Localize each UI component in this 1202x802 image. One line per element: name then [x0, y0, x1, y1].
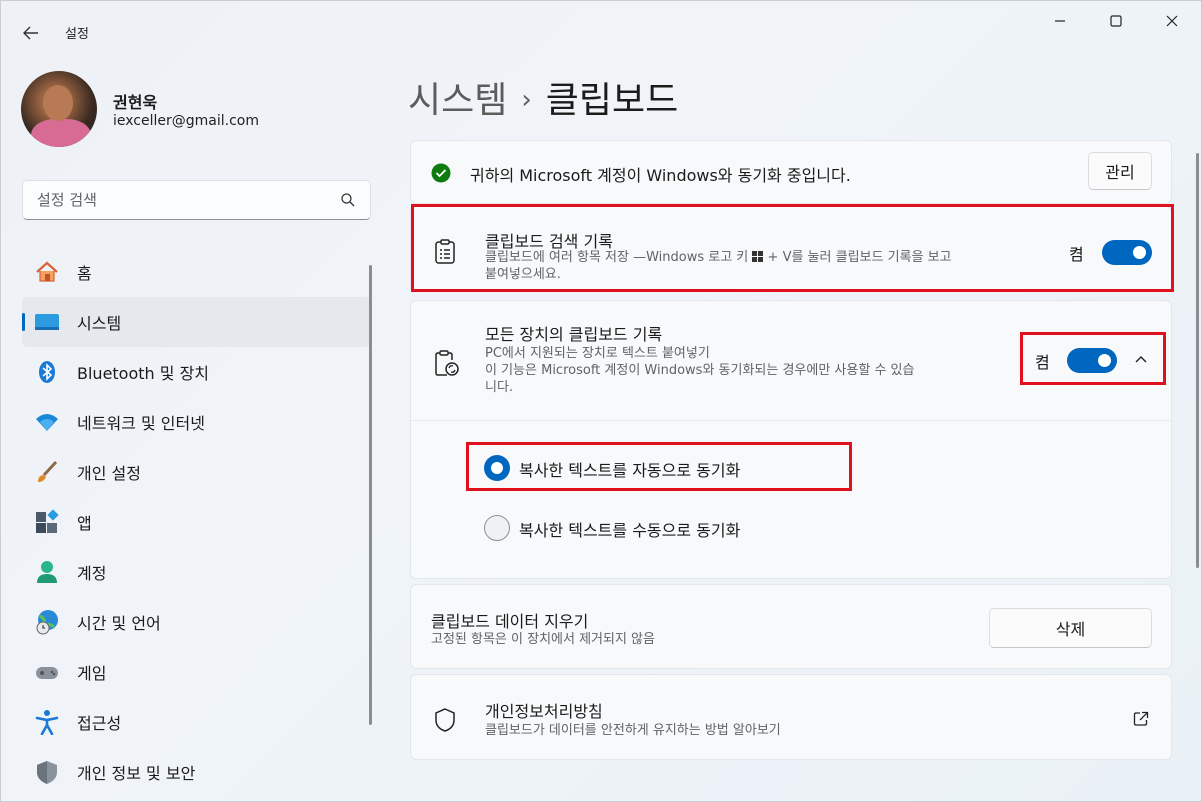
search-input[interactable] — [23, 181, 323, 219]
shield-icon — [34, 759, 60, 785]
gamepad-icon — [34, 659, 60, 685]
clipboard-history-desc-line1b: + V를 눌러 클립보드 기록을 보고 — [767, 250, 952, 265]
sidebar-item-network[interactable]: 네트워크 및 인터넷 — [22, 397, 371, 447]
manage-button[interactable]: 관리 — [1088, 152, 1152, 190]
privacy-title: 개인정보처리방침 — [485, 702, 603, 721]
accessibility-icon — [34, 709, 60, 735]
manual-sync-label[interactable]: 복사한 텍스트를 수동으로 동기화 — [519, 517, 740, 541]
clipboard-history-toggle-label: 켬 — [1069, 245, 1084, 264]
sync-devices-desc: PC에서 지원되는 장치로 텍스트 붙여넣기 이 기능은 Microsoft 계… — [485, 345, 1025, 396]
system-icon — [34, 309, 60, 335]
clear-data-desc: 고정된 항목은 이 장치에서 제거되지 않음 — [431, 632, 655, 647]
sidebar-scrollbar[interactable] — [369, 265, 372, 725]
sidebar-item-label: Bluetooth 및 장치 — [77, 364, 210, 383]
clear-data-card: 클립보드 데이터 지우기 고정된 항목은 이 장치에서 제거되지 않음 삭제 — [410, 584, 1172, 669]
clipboard-history-card[interactable]: 클립보드 검색 기록 클립보드에 여러 항목 저장 —Windows 로고 키 … — [410, 206, 1172, 292]
sidebar-item-home[interactable]: 홈 — [22, 247, 371, 297]
sidebar-item-system[interactable]: 시스템 — [22, 297, 371, 347]
breadcrumb-parent[interactable]: 시스템 — [408, 80, 507, 121]
account-icon — [34, 559, 60, 585]
close-icon — [1166, 15, 1178, 27]
maximize-button[interactable] — [1087, 1, 1145, 41]
sidebar-item-label: 홈 — [77, 264, 92, 283]
sync-devices-toggle-label: 켬 — [1035, 353, 1050, 372]
auto-sync-label[interactable]: 복사한 텍스트를 자동으로 동기화 — [519, 457, 740, 481]
delete-button[interactable]: 삭제 — [989, 608, 1152, 648]
clipboard-history-desc-line1: 클립보드에 여러 항목 저장 —Windows 로고 키 — [485, 250, 749, 265]
minimize-button[interactable] — [1031, 1, 1089, 41]
windows-logo-icon — [752, 251, 764, 262]
settings-window: 설정 권현욱 iexceller@gmail.com 설정 검색 홈 시스템 B… — [0, 0, 1202, 802]
back-arrow-icon — [23, 26, 38, 40]
clipboard-history-desc-line2: 붙여넣으세요. — [485, 267, 561, 282]
sidebar-item-label: 앱 — [77, 514, 92, 533]
privacy-card[interactable]: 개인정보처리방침 클립보드가 데이터를 안전하게 유지하는 방법 알아보기 — [410, 674, 1172, 760]
chevron-up-icon[interactable] — [1133, 351, 1149, 367]
sidebar-nav: 홈 시스템 Bluetooth 및 장치 네트워크 및 인터넷 개인 설정 앱 … — [22, 247, 371, 797]
title-bar: 설정 — [1, 1, 1201, 63]
sidebar-item-label: 접근성 — [77, 714, 122, 733]
clipboard-history-desc: 클립보드에 여러 항목 저장 —Windows 로고 키 + V를 눌러 클립보… — [485, 249, 1045, 283]
app-title: 설정 — [65, 27, 89, 42]
sync-devices-card: 모든 장치의 클립보드 기록 PC에서 지원되는 장치로 텍스트 붙여넣기 이 … — [410, 300, 1172, 579]
sidebar-item-label: 게임 — [77, 664, 107, 683]
clear-data-title: 클립보드 데이터 지우기 — [431, 612, 589, 631]
check-circle-icon — [431, 163, 451, 183]
maximize-icon — [1110, 15, 1122, 27]
sidebar-item-accounts[interactable]: 계정 — [22, 547, 371, 597]
apps-icon — [34, 509, 60, 535]
bluetooth-icon — [34, 359, 60, 385]
clipboard-sync-icon — [435, 350, 459, 376]
sidebar-item-label: 계정 — [77, 564, 107, 583]
sidebar-item-label: 시간 및 언어 — [77, 614, 161, 633]
avatar — [21, 71, 97, 147]
shield-outline-icon — [435, 708, 455, 732]
sync-status-text: 귀하의 Microsoft 계정이 Windows와 동기화 중입니다. — [470, 166, 851, 185]
manual-sync-radio[interactable] — [484, 515, 510, 541]
auto-sync-radio[interactable] — [484, 455, 510, 481]
sidebar-item-label: 시스템 — [77, 314, 122, 333]
sync-devices-toggle[interactable] — [1067, 348, 1117, 373]
breadcrumb-separator: › — [521, 85, 532, 115]
card-divider — [411, 420, 1171, 421]
globe-clock-icon — [34, 609, 60, 635]
sync-devices-desc-line3: 니다. — [485, 380, 514, 395]
main-scrollbar[interactable] — [1196, 153, 1199, 568]
sidebar-item-accessibility[interactable]: 접근성 — [22, 697, 371, 747]
sidebar-item-label: 개인 정보 및 보안 — [77, 764, 196, 783]
clipboard-history-toggle[interactable] — [1102, 240, 1152, 265]
sidebar-item-privacy-security[interactable]: 개인 정보 및 보안 — [22, 747, 371, 797]
page-title: 클립보드 — [545, 80, 679, 121]
sidebar-item-label: 개인 설정 — [77, 464, 141, 483]
wifi-icon — [34, 409, 60, 435]
sidebar-item-gaming[interactable]: 게임 — [22, 647, 371, 697]
profile-email: iexceller@gmail.com — [113, 113, 259, 129]
external-link-icon[interactable] — [1133, 711, 1149, 727]
brush-icon — [34, 459, 60, 485]
settings-search[interactable] — [22, 180, 371, 220]
close-button[interactable] — [1143, 1, 1201, 41]
sidebar-item-label: 네트워크 및 인터넷 — [77, 414, 205, 433]
breadcrumb: 시스템 › 클립보드 — [408, 71, 678, 123]
sync-devices-title: 모든 장치의 클립보드 기록 — [485, 325, 663, 344]
home-icon — [34, 259, 60, 285]
privacy-desc: 클립보드가 데이터를 안전하게 유지하는 방법 알아보기 — [485, 723, 781, 738]
profile-name: 권현욱 — [113, 93, 158, 112]
sync-status-card: 귀하의 Microsoft 계정이 Windows와 동기화 중입니다. 관리 — [410, 140, 1172, 204]
sync-devices-desc-line1: PC에서 지원되는 장치로 텍스트 붙여넣기 — [485, 346, 710, 361]
sidebar-item-apps[interactable]: 앱 — [22, 497, 371, 547]
back-button[interactable] — [15, 19, 47, 47]
clipboard-list-icon — [435, 239, 455, 264]
sidebar-item-bluetooth[interactable]: Bluetooth 및 장치 — [22, 347, 371, 397]
sidebar-item-time-language[interactable]: 시간 및 언어 — [22, 597, 371, 647]
sidebar-item-personalization[interactable]: 개인 설정 — [22, 447, 371, 497]
sync-devices-desc-line2: 이 기능은 Microsoft 계정이 Windows와 동기화되는 경우에만 … — [485, 363, 915, 378]
minimize-icon — [1055, 20, 1065, 22]
search-icon — [341, 193, 355, 207]
